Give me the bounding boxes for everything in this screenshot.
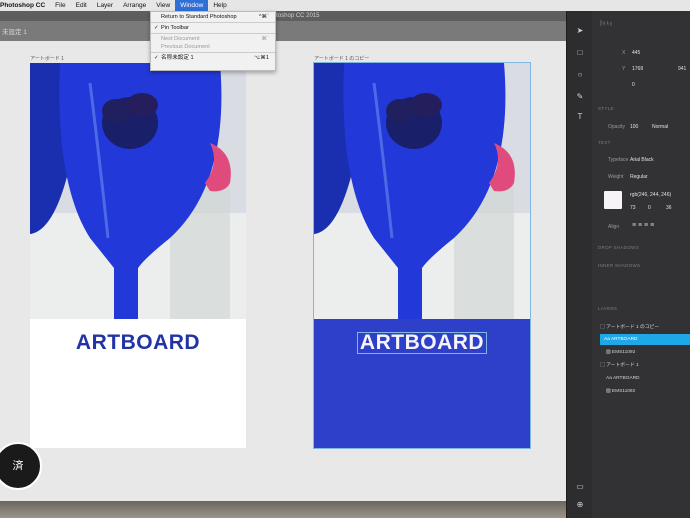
- layer-row[interactable]: ▨ EMS11092: [602, 347, 690, 358]
- weight-select[interactable]: Regular: [630, 174, 648, 180]
- layer-name: アートボード 1: [606, 363, 639, 368]
- layer-name: EMS11092: [611, 350, 636, 355]
- menu-separator: [151, 22, 275, 23]
- menu-layer[interactable]: Layer: [92, 0, 118, 11]
- y-label: Y: [622, 66, 626, 72]
- menu-item-next-document: Next Document ⌘`: [151, 35, 275, 43]
- layer-name: ARTBOARD: [610, 337, 638, 342]
- move-tool-icon[interactable]: ➤: [576, 27, 584, 35]
- desktop-dock: [0, 501, 566, 518]
- y-value[interactable]: 1768: [632, 66, 643, 72]
- menu-item-label: Previous Document: [161, 44, 210, 50]
- x-value[interactable]: 445: [632, 50, 640, 56]
- window-title-bar: Adobe Photoshop CC 2015: [0, 11, 566, 21]
- align-label: Align: [608, 224, 620, 230]
- pen-tool-icon[interactable]: ✎: [576, 93, 584, 101]
- x-label: X: [622, 50, 626, 56]
- rotate-value[interactable]: 0: [632, 82, 635, 88]
- layers-header: LAYERS: [598, 306, 618, 311]
- menu-arrange[interactable]: Arrange: [118, 0, 151, 11]
- layer-row[interactable]: Aa ARTBOARD: [602, 373, 690, 384]
- opacity-value[interactable]: 100: [630, 124, 638, 130]
- ellipse-tool-icon[interactable]: ○: [576, 71, 584, 79]
- document-tab[interactable]: 未設定 1: [2, 26, 27, 36]
- layer-name: アートボード 1 のコピー: [606, 325, 660, 330]
- glass-photo: [30, 63, 246, 319]
- menu-edit[interactable]: Edit: [71, 0, 92, 11]
- artboard-1-text[interactable]: ARTBOARD: [30, 331, 246, 355]
- menu-file[interactable]: File: [50, 0, 70, 11]
- text-selection-box: [357, 332, 487, 354]
- menu-view[interactable]: View: [151, 0, 175, 11]
- menu-item-label: Return to Standard Photoshop: [161, 14, 237, 20]
- layer-row[interactable]: ▨ EMS11092: [602, 386, 690, 397]
- typeface-select[interactable]: Arial Black: [630, 157, 654, 163]
- badge-text: 済: [12, 459, 24, 472]
- drop-shadows-header[interactable]: DROP SHADOWS: [598, 245, 639, 250]
- checkmark-icon: ✓: [154, 55, 159, 61]
- menu-item-document-1[interactable]: ✓ 名称未設定 1 ⌥⌘1: [151, 54, 275, 62]
- menu-item-shortcut: ^⌘`: [258, 14, 269, 20]
- text-align-icons[interactable]: ≡ ≡ ≡ ≡: [632, 222, 654, 229]
- artboard-1-label[interactable]: アートボード 1: [30, 55, 64, 62]
- glass-image: [30, 63, 246, 319]
- layer-name: ARTBOARD: [612, 376, 640, 381]
- weight-label: Weight: [608, 174, 624, 180]
- artboard-2[interactable]: ARTBOARD: [313, 62, 531, 449]
- window-menu-dropdown: Return to Standard Photoshop ^⌘` ✓ Pin T…: [150, 11, 276, 71]
- menu-app-name[interactable]: Photoshop CC: [0, 0, 50, 11]
- checkmark-icon: ✓: [154, 25, 159, 31]
- color-value[interactable]: rgb(246, 244, 246): [630, 192, 671, 198]
- inner-shadows-header[interactable]: INNER SHADOWS: [598, 263, 640, 268]
- menu-window[interactable]: Window: [175, 0, 209, 11]
- glass-photo-copy: [314, 63, 530, 319]
- glass-image-copy: [314, 63, 530, 319]
- artboard-2-label[interactable]: アートボード 1 のコピー: [314, 55, 369, 62]
- tracking-value[interactable]: 36: [666, 205, 672, 211]
- menu-help[interactable]: Help: [208, 0, 231, 11]
- layer-row[interactable]: ▢ アートボード 1 のコピー: [596, 322, 690, 333]
- menu-item-label: 名称未設定 1: [161, 55, 194, 61]
- layer-row[interactable]: ▢ アートボード 1: [596, 360, 690, 371]
- artboard-1[interactable]: ARTBOARD: [30, 63, 246, 448]
- layer-name: EMS11092: [611, 389, 636, 394]
- menu-item-shortcut: ⌥⌘1: [253, 55, 269, 61]
- style-header: STYLE: [598, 106, 614, 111]
- menu-item-previous-document: Previous Document: [151, 43, 275, 51]
- toolbar: ➤ □ ○ ✎ T ▭ ⊕: [566, 11, 593, 518]
- properties-panel: ⫿ ⫯ ⫰ ⫾ X 445 Y 1768 941 0 STYLE Opacity…: [592, 11, 690, 518]
- opacity-label: Opacity: [608, 124, 625, 130]
- typeface-label: Typeface: [608, 157, 629, 163]
- text-header: TEXT: [598, 140, 611, 145]
- menu-separator: [151, 52, 275, 53]
- menu-separator: [151, 33, 275, 34]
- w-value[interactable]: 941: [678, 66, 686, 72]
- artboard-tool-icon[interactable]: ▭: [576, 483, 584, 491]
- document-tab-bar: 未設定 1: [0, 21, 566, 41]
- layer-row-selected[interactable]: Aa ARTBOARD: [600, 334, 690, 345]
- blend-mode-select[interactable]: Normal: [652, 124, 668, 130]
- menu-item-pin-toolbar[interactable]: ✓ Pin Toolbar: [151, 24, 275, 32]
- color-swatch[interactable]: [604, 191, 622, 209]
- align-icons[interactable]: ⫿ ⫯ ⫰ ⫾: [600, 21, 612, 27]
- font-size-value[interactable]: 73: [630, 205, 636, 211]
- type-tool-icon[interactable]: T: [576, 113, 584, 121]
- leading-value[interactable]: 0: [648, 205, 651, 211]
- menu-item-label: Pin Toolbar: [161, 25, 189, 31]
- rectangle-tool-icon[interactable]: □: [576, 49, 584, 57]
- menu-item-label: Next Document: [161, 36, 200, 42]
- menu-item-shortcut: ⌘`: [261, 36, 269, 42]
- menu-item-return-standard[interactable]: Return to Standard Photoshop ^⌘`: [151, 13, 275, 21]
- zoom-tool-icon[interactable]: ⊕: [576, 501, 584, 509]
